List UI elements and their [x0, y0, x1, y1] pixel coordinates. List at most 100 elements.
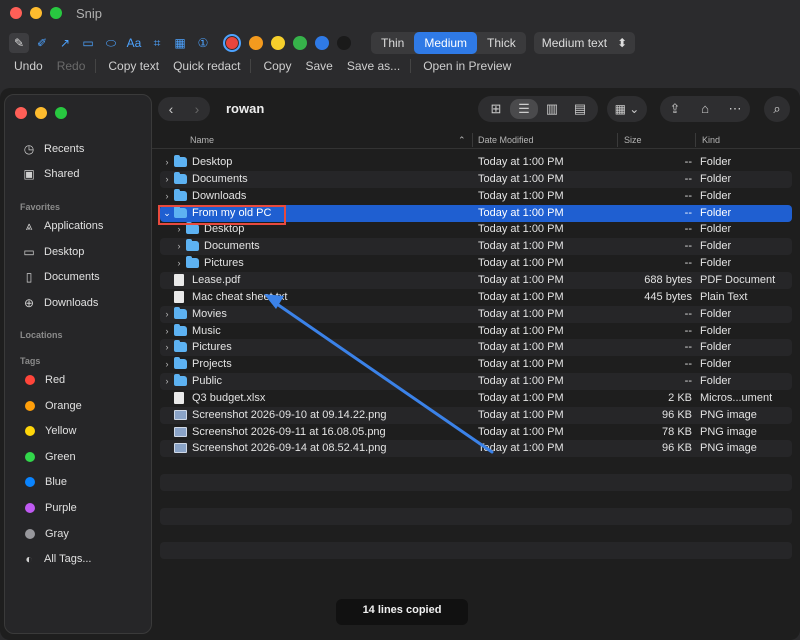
app-title: Snip [76, 5, 103, 21]
file-row[interactable]: Screenshot 2026-09-14 at 08.52.41.png Tod… [160, 440, 792, 458]
color-swatch[interactable] [315, 36, 329, 50]
file-date-modified: Today at 1:00 PM [478, 156, 564, 168]
tag-icon[interactable]: ⌂ [690, 96, 720, 122]
sidebar-item-downloads[interactable]: ⊕ Downloads [21, 294, 98, 312]
disclosure-collapsed-icon[interactable]: › [162, 376, 172, 386]
sidebar-tag-gray[interactable]: Gray [21, 525, 69, 543]
minimize-window-button[interactable] [30, 7, 42, 19]
copy-text-button[interactable]: Copy text [102, 59, 165, 73]
list-view-icon[interactable]: ☰ [510, 99, 538, 119]
crop-tool-icon[interactable]: ⌗ [147, 33, 167, 53]
sidebar-tag-orange[interactable]: Orange [21, 397, 82, 415]
file-row[interactable]: › Music Today at 1:00 PM -- Folder [160, 323, 792, 340]
text-tool-icon[interactable]: Aa [124, 33, 144, 53]
ellipse-tool-icon[interactable]: ⬭ [101, 33, 121, 53]
quick-redact-button[interactable]: Quick redact [167, 59, 246, 73]
disclosure-collapsed-icon[interactable]: › [162, 191, 172, 201]
sidebar-tag-purple[interactable]: Purple [21, 499, 77, 517]
color-swatch[interactable] [223, 34, 241, 52]
file-row[interactable]: Screenshot 2026-09-10 at 09.14.22.png Tod… [160, 406, 792, 424]
copy-button[interactable]: Copy [257, 59, 297, 73]
document-file-icon [174, 391, 184, 404]
undo-button[interactable]: Undo [8, 59, 49, 73]
stroke-option-medium[interactable]: Medium [414, 32, 478, 54]
zoom-window-button[interactable] [50, 7, 62, 19]
sidebar-item-shared[interactable]: ▣ Shared [21, 165, 79, 183]
sidebar-item-desktop[interactable]: ▭ Desktop [21, 243, 84, 261]
file-date-modified: Today at 1:00 PM [478, 358, 564, 371]
highlighter-icon[interactable]: ✐ [32, 33, 52, 53]
icon-view-icon[interactable]: ⊞ [482, 96, 510, 122]
finder-zoom-button[interactable] [55, 107, 67, 119]
step-number-icon[interactable]: ① [193, 33, 213, 53]
file-row[interactable]: Screenshot 2026-09-11 at 16.08.05.png Tod… [160, 424, 792, 441]
file-row[interactable]: › Public Today at 1:00 PM -- Folder [160, 373, 792, 391]
more-icon[interactable]: ⋯ [720, 96, 750, 122]
disclosure-collapsed-icon[interactable]: › [174, 224, 184, 234]
sort-chevron-icon[interactable]: ⌃ [458, 135, 466, 146]
sidebar-tag-red[interactable]: Red [21, 371, 65, 389]
redo-button[interactable]: Redo [51, 59, 92, 73]
file-row[interactable]: Q3 budget.xlsx Today at 1:00 PM 2 KB Micros… [160, 390, 792, 407]
file-row[interactable]: › Movies Today at 1:00 PM -- Folder [160, 305, 792, 323]
finder-minimize-button[interactable] [35, 107, 47, 119]
file-name: Desktop [192, 156, 233, 168]
sidebar-tag-green[interactable]: Green [21, 448, 76, 466]
sidebar-item-applications[interactable]: ⩓ Applications [21, 217, 104, 235]
sidebar-item-recents[interactable]: ◷ Recents [21, 140, 85, 158]
disclosure-collapsed-icon[interactable]: › [162, 174, 172, 184]
file-row[interactable]: › Documents Today at 1:00 PM -- Folder [160, 170, 792, 188]
rectangle-tool-icon[interactable]: ▭ [78, 33, 98, 53]
file-row[interactable]: › Desktop Today at 1:00 PM -- Folder [160, 154, 792, 171]
share-icon[interactable]: ⇪ [660, 96, 690, 122]
stroke-option-thick[interactable]: Thick [477, 32, 526, 54]
file-row[interactable]: › Pictures Today at 1:00 PM -- Folder [160, 255, 792, 272]
file-row[interactable]: Mac cheat sheet.txt Today at 1:00 PM 445 b… [160, 289, 792, 306]
group-by-button[interactable]: ▦ ⌄ [607, 96, 647, 122]
arrow-tool-icon[interactable]: ↗ [55, 33, 75, 53]
column-divider [472, 133, 473, 147]
color-swatch[interactable] [293, 36, 307, 50]
sidebar-tag-yellow[interactable]: Yellow [21, 422, 76, 440]
column-name[interactable]: Name [190, 135, 214, 145]
highlight-rectangle-annotation[interactable] [158, 205, 286, 225]
disclosure-collapsed-icon[interactable]: › [162, 359, 172, 369]
column-size[interactable]: Size [624, 135, 642, 145]
stroke-option-thin[interactable]: Thin [371, 32, 414, 54]
disclosure-collapsed-icon[interactable]: › [162, 309, 172, 319]
column-view-icon[interactable]: ▥ [538, 96, 566, 122]
file-row[interactable]: Lease.pdf Today at 1:00 PM 688 bytes PDF Do… [160, 271, 792, 289]
file-row[interactable]: › Downloads Today at 1:00 PM -- Folder [160, 188, 792, 205]
open-in-preview-button[interactable]: Open in Preview [417, 59, 517, 73]
disclosure-collapsed-icon[interactable]: › [162, 326, 172, 336]
disclosure-collapsed-icon[interactable]: › [174, 241, 184, 251]
image-file-icon [174, 426, 187, 437]
save-as-button[interactable]: Save as... [341, 59, 406, 73]
text-style-select[interactable]: Medium text ⬍ [533, 32, 636, 54]
disclosure-collapsed-icon[interactable]: › [174, 258, 184, 268]
disclosure-collapsed-icon[interactable]: › [162, 157, 172, 167]
disclosure-collapsed-icon[interactable]: › [162, 342, 172, 352]
back-chevron-icon[interactable]: ‹ [158, 97, 184, 121]
finder-close-button[interactable] [15, 107, 27, 119]
save-button[interactable]: Save [299, 59, 338, 73]
column-kind[interactable]: Kind [702, 135, 720, 145]
search-icon[interactable]: ⌕ [764, 96, 790, 122]
sidebar-item-all-tags[interactable]: ◐ All Tags... [21, 550, 91, 568]
file-row[interactable]: › Pictures Today at 1:00 PM -- Folder [160, 339, 792, 357]
gallery-view-icon[interactable]: ▤ [566, 96, 594, 122]
image-file-icon [174, 443, 187, 454]
pencil-icon[interactable]: ✎ [9, 33, 29, 53]
color-swatch[interactable] [337, 36, 351, 50]
color-swatch[interactable] [249, 36, 263, 50]
file-row[interactable]: › Projects Today at 1:00 PM -- Folder [160, 356, 792, 373]
pixelate-tool-icon[interactable]: ▦ [170, 33, 190, 53]
sidebar-tag-blue[interactable]: Blue [21, 473, 67, 491]
sidebar-item-label: Orange [45, 399, 82, 412]
close-window-button[interactable] [10, 7, 22, 19]
file-row[interactable]: › Documents Today at 1:00 PM -- Folder [160, 238, 792, 256]
sidebar-item-documents[interactable]: ▯ Documents [21, 268, 100, 286]
forward-chevron-icon[interactable]: › [184, 97, 210, 121]
column-date-modified[interactable]: Date Modified [478, 135, 534, 145]
color-swatch[interactable] [271, 36, 285, 50]
